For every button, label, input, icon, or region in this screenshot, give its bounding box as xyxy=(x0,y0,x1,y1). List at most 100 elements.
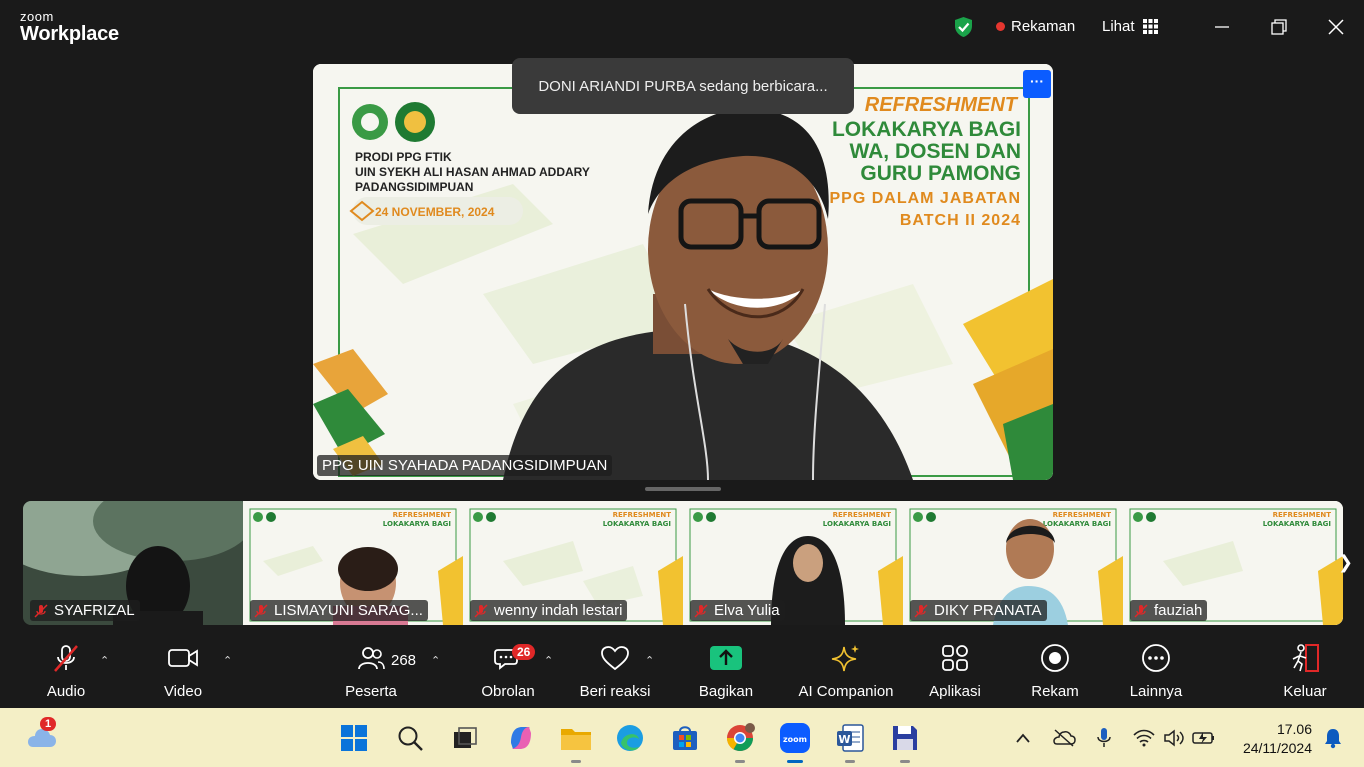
muted-mic-icon xyxy=(474,603,488,618)
leave-door-icon xyxy=(1292,644,1319,672)
video-button[interactable]: Video xyxy=(161,640,205,700)
svg-text:zoom: zoom xyxy=(783,735,807,744)
participant-tile[interactable]: REFRESHMENT LOKAKARYA BAGI LISMAYUNI SAR… xyxy=(243,501,463,625)
svg-text:LOKAKARYA BAGI: LOKAKARYA BAGI xyxy=(603,520,671,528)
participants-options-caret-icon[interactable]: ⌃ xyxy=(431,654,440,667)
task-view-button[interactable] xyxy=(448,721,482,755)
reactions-options-caret-icon[interactable]: ⌃ xyxy=(645,654,654,667)
recording-dot-icon xyxy=(996,22,1005,31)
chat-options-caret-icon[interactable]: ⌃ xyxy=(544,654,553,667)
video-more-options-button[interactable]: ··· xyxy=(1023,70,1051,98)
close-icon[interactable] xyxy=(1322,14,1350,42)
volume-tray[interactable] xyxy=(1157,721,1191,755)
speaker-name-tag: PPG UIN SYAHADA PADANGSIDIMPUAN xyxy=(317,455,613,476)
svg-text:REFRESHMENT: REFRESHMENT xyxy=(1273,511,1332,519)
share-screen-icon xyxy=(710,646,742,670)
store-app[interactable] xyxy=(668,721,702,755)
reactions-button[interactable]: Beri reaksi xyxy=(578,640,652,700)
view-button[interactable]: Lihat xyxy=(1102,18,1158,35)
active-speaker-video[interactable]: PRODI PPG FTIK UIN SYEKH ALI HASAN AHMAD… xyxy=(313,64,1053,480)
video-label: Video xyxy=(163,683,203,700)
word-icon: W xyxy=(837,724,864,752)
ai-companion-button[interactable]: AI Companion xyxy=(797,640,895,700)
file-explorer-app[interactable] xyxy=(559,721,593,763)
floppy-disk-icon xyxy=(893,726,917,750)
weather-widget[interactable]: 1 xyxy=(24,717,58,755)
apps-icon xyxy=(942,645,968,671)
share-button[interactable]: Bagikan xyxy=(697,640,755,700)
participant-tile[interactable]: REFRESHMENT LOKAKARYA BAGI DIKY PRANATA xyxy=(903,501,1123,625)
svg-text:LOKAKARYA BAGI: LOKAKARYA BAGI xyxy=(383,520,451,528)
taskbar-search[interactable] xyxy=(393,721,427,755)
muted-mic-icon xyxy=(914,603,928,618)
record-label: Rekam xyxy=(1031,683,1079,700)
folder-icon xyxy=(561,729,591,750)
wifi-tray[interactable] xyxy=(1127,721,1161,755)
participant-gallery-strip: SYAFRIZAL REFRESHMENT LOKAKARYA BAGI LIS… xyxy=(23,501,1343,625)
word-app[interactable]: W xyxy=(833,721,867,763)
chat-label: Obrolan xyxy=(481,683,535,700)
participant-name: fauziah xyxy=(1154,602,1203,619)
logo-line1: zoom xyxy=(20,9,54,24)
svg-text:REFRESHMENT: REFRESHMENT xyxy=(613,511,672,519)
more-dots-icon xyxy=(1142,644,1170,672)
recording-label: Rekaman xyxy=(1011,18,1076,35)
participant-name: wenny indah lestari xyxy=(494,602,623,619)
battery-tray[interactable] xyxy=(1187,721,1221,755)
running-indicator xyxy=(900,760,910,763)
apps-button[interactable]: Aplikasi xyxy=(926,640,984,700)
participant-name: SYAFRIZAL xyxy=(54,602,135,619)
recording-indicator[interactable]: Rekaman xyxy=(996,18,1075,35)
slide-title-6: BATCH II 2024 xyxy=(899,212,1021,229)
windows-start-icon xyxy=(341,725,367,751)
svg-text:REFRESHMENT: REFRESHMENT xyxy=(833,511,892,519)
title-bar: zoom Workplace Rekaman Lihat xyxy=(0,0,1364,56)
copilot-icon xyxy=(511,727,531,749)
clock-date: 24/11/2024 xyxy=(1242,740,1312,756)
record-button[interactable]: Rekam xyxy=(1028,640,1082,700)
speaker-volume-icon xyxy=(1164,729,1184,747)
zoom-logo: zoom Workplace xyxy=(20,10,119,44)
audio-options-caret-icon[interactable]: ⌃ xyxy=(100,654,109,667)
heart-icon xyxy=(601,646,629,671)
more-button[interactable]: Lainnya xyxy=(1126,640,1186,700)
participants-button[interactable]: Peserta xyxy=(344,640,398,700)
audio-button[interactable]: Audio xyxy=(43,640,89,700)
zoom-app[interactable]: zoom xyxy=(778,721,812,763)
meeting-toolbar: Audio ⌃ Video ⌃ Peserta 268 ⌃ Obrolan 26… xyxy=(0,640,1364,708)
participant-tile[interactable]: REFRESHMENT LOKAKARYA BAGI wenny indah l… xyxy=(463,501,683,625)
participant-name-tag: LISMAYUNI SARAG... xyxy=(250,600,428,621)
participant-tile[interactable]: REFRESHMENT LOKAKARYA BAGI Elva Yulia xyxy=(683,501,903,625)
clock-time: 17.06 xyxy=(1276,721,1312,737)
slide-title-2: LOKAKARYA BAGI xyxy=(831,118,1021,141)
edge-app[interactable] xyxy=(613,721,647,755)
svg-text:LOKAKARYA BAGI: LOKAKARYA BAGI xyxy=(823,520,891,528)
gallery-resize-handle[interactable] xyxy=(645,487,721,491)
copilot-app[interactable] xyxy=(504,721,538,755)
microphone-tray[interactable] xyxy=(1087,721,1121,755)
muted-mic-icon xyxy=(1134,603,1148,618)
muted-mic-icon xyxy=(34,603,48,618)
chrome-app[interactable] xyxy=(723,721,757,763)
svg-text:REFRESHMENT: REFRESHMENT xyxy=(393,511,452,519)
shield-check-icon[interactable] xyxy=(953,16,974,38)
leave-button[interactable]: Keluar xyxy=(1280,640,1330,700)
minimize-icon[interactable] xyxy=(1208,14,1236,42)
participant-tile[interactable]: REFRESHMENT LOKAKARYA BAGI fauziah xyxy=(1123,501,1343,625)
record-icon xyxy=(1041,644,1069,672)
chevron-right-icon[interactable]: ❯ xyxy=(1338,552,1353,573)
video-options-caret-icon[interactable]: ⌃ xyxy=(223,654,232,667)
slide-title-1: REFRESHMENT xyxy=(864,94,1017,116)
notifications-button[interactable] xyxy=(1316,721,1350,755)
onedrive-tray[interactable] xyxy=(1047,721,1081,755)
participant-name-tag: Elva Yulia xyxy=(690,600,785,621)
show-hidden-icons-button[interactable] xyxy=(1006,721,1040,755)
restore-icon[interactable] xyxy=(1265,14,1293,42)
taskbar-clock[interactable]: 17.06 24/11/2024 xyxy=(1228,720,1312,758)
slide-org-line1: PRODI PPG FTIK xyxy=(355,150,452,164)
participant-tile[interactable]: SYAFRIZAL xyxy=(23,501,243,625)
view-label: Lihat xyxy=(1102,18,1135,35)
onedrive-offline-icon xyxy=(1053,729,1076,747)
start-button[interactable] xyxy=(337,721,371,755)
save-app[interactable] xyxy=(888,721,922,763)
